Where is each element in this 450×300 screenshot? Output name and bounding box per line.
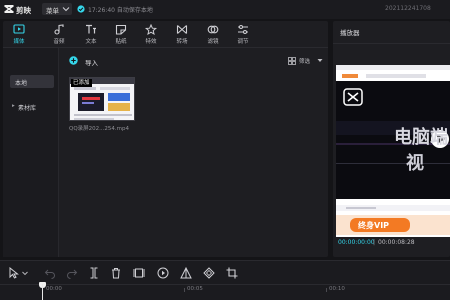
tab-text-label: 文本	[85, 39, 97, 45]
overlay-text-secondary: 视	[406, 153, 424, 174]
ruler-tick-label: 00:00	[46, 286, 62, 292]
split-button[interactable]	[88, 267, 100, 279]
tab-sticker[interactable]: 贴纸	[109, 22, 133, 46]
current-time: 00:00:00:00	[338, 239, 375, 246]
sort-label: 筛选	[299, 59, 311, 65]
total-time: 00:00:08:28	[378, 239, 415, 246]
video-frame	[336, 65, 450, 237]
media-clip[interactable]: 已添加 QQ录屏202...254.mp4	[69, 77, 135, 133]
play-icon	[157, 267, 169, 279]
undo-button[interactable]	[44, 267, 56, 279]
tab-media[interactable]: 媒体	[7, 22, 31, 46]
media-sidebar: 本地 ▸ 素材库	[3, 48, 59, 257]
player-panel: 播放器 电脑端 视 终身VIP 00:00:00:00 | 00:00:08:2…	[333, 21, 450, 257]
project-id: 202112241708	[385, 5, 431, 12]
asset-toolbar: 媒体 音频 文本 贴纸 特效 转场 滤镜 调节	[3, 21, 328, 47]
ruler-tick	[184, 288, 185, 292]
audio-icon	[54, 24, 64, 35]
sidebar-item-local-label: 本地	[15, 80, 28, 87]
sidebar-item-library-label: 素材库	[18, 105, 37, 112]
crop-icon	[226, 267, 238, 279]
title-bar: 剪映 菜单 17:26:40 自动保存本地 202112241708	[0, 0, 450, 19]
timeline-panel: 00:00 00:05 00:10	[0, 260, 450, 300]
tab-filter-label: 滤镜	[207, 39, 219, 45]
select-icon	[9, 266, 19, 279]
chevron-down-icon	[22, 271, 28, 276]
adjust-icon	[238, 25, 248, 34]
overlay-text-primary: 电脑端	[394, 127, 448, 148]
freeze-icon	[133, 268, 145, 278]
ruler-tick-label: 00:05	[187, 286, 203, 292]
time-separator: |	[373, 239, 376, 246]
freeze-frame-button[interactable]	[133, 267, 145, 279]
tab-sticker-label: 贴纸	[115, 39, 127, 45]
mirror-button[interactable]	[180, 266, 192, 279]
tab-text[interactable]: 文本	[79, 22, 103, 46]
select-tool-button[interactable]	[8, 266, 20, 279]
import-icon	[69, 56, 78, 65]
tab-media-label: 媒体	[13, 39, 25, 45]
play-button[interactable]	[157, 267, 169, 279]
tab-transition-label: 转场	[176, 39, 188, 45]
menu-button[interactable]: 菜单	[42, 3, 72, 15]
player-header-divider	[333, 43, 450, 44]
redo-icon	[67, 269, 78, 279]
chevron-down-icon	[317, 59, 323, 62]
app-name: 剪映	[16, 6, 31, 15]
redo-button[interactable]	[66, 267, 78, 279]
tab-adjust-label: 调节	[237, 39, 249, 45]
playhead-line[interactable]	[42, 284, 43, 300]
clip-thumbnail: 已添加	[69, 77, 135, 121]
transition-icon	[176, 25, 188, 34]
media-icon	[13, 24, 25, 34]
ruler-tick	[326, 288, 327, 292]
delete-button[interactable]	[110, 267, 122, 279]
mirror-icon	[180, 266, 192, 279]
crop-button[interactable]	[226, 267, 238, 279]
effects-icon	[145, 24, 157, 35]
chevron-down-icon	[62, 7, 70, 12]
tab-filter[interactable]: 滤镜	[201, 22, 225, 46]
import-label: 导入	[85, 59, 98, 67]
player-title: 播放器	[340, 29, 360, 37]
capcut-logo-icon	[4, 5, 14, 13]
video-preview[interactable]: 电脑端 视 终身VIP	[336, 65, 450, 237]
media-panel: 媒体 音频 文本 贴纸 特效 转场 滤镜 调节 本地 ▸ 素材库 导入 筛选 已…	[3, 21, 328, 257]
rotate-button[interactable]	[203, 267, 215, 279]
sticker-icon	[115, 24, 127, 35]
grid-view-icon	[288, 57, 296, 65]
tab-effects[interactable]: 特效	[139, 22, 163, 46]
timeline-ruler	[0, 284, 450, 285]
cloud-save-icon	[77, 5, 85, 13]
menu-button-label: 菜单	[46, 7, 59, 15]
delete-icon	[112, 268, 120, 279]
undo-icon	[44, 269, 55, 279]
clip-filename: QQ录屏202...254.mp4	[69, 126, 129, 132]
import-button[interactable]: 导入	[69, 55, 103, 67]
tab-adjust[interactable]: 调节	[231, 22, 255, 46]
sort-filter-button[interactable]: 筛选	[288, 56, 324, 66]
select-mode-dropdown[interactable]	[22, 267, 28, 279]
text-icon	[86, 24, 96, 34]
added-badge: 已添加	[71, 79, 92, 87]
sidebar-item-local[interactable]: 本地	[10, 75, 54, 88]
rotate-icon	[203, 267, 215, 279]
promo-banner-text: 终身VIP	[358, 221, 390, 230]
tab-audio-label: 音频	[53, 39, 65, 45]
tab-audio[interactable]: 音频	[47, 22, 71, 46]
tab-transition[interactable]: 转场	[170, 22, 194, 46]
split-icon	[90, 267, 98, 279]
filter-icon	[207, 25, 219, 34]
expand-arrow-icon: ▸	[12, 103, 15, 109]
sidebar-item-library[interactable]: ▸ 素材库	[10, 100, 54, 113]
autosave-status: 17:26:40 自动保存本地	[88, 7, 153, 14]
tab-effects-label: 特效	[145, 39, 157, 45]
ruler-tick-label: 00:10	[329, 286, 345, 292]
